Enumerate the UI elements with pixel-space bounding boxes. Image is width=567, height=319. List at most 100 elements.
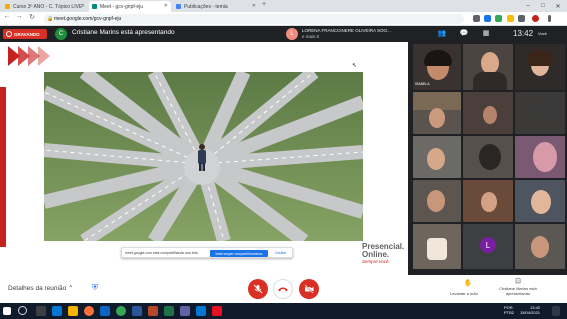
keyboard-language[interactable]: POR PTB2	[504, 305, 514, 315]
url-bar[interactable]: 🔒 meet.google.com/gcv-gnpf-eju	[44, 14, 464, 24]
teams-icon[interactable]	[180, 306, 190, 316]
excel-icon[interactable]	[164, 306, 174, 316]
search-icon[interactable]	[18, 306, 27, 315]
participant-tile[interactable]	[515, 44, 565, 90]
leave-call-button[interactable]	[273, 279, 293, 299]
speaker-more: e mais 8	[302, 34, 320, 39]
participants-icon[interactable]: 👥	[436, 29, 448, 39]
share-message: meet.google.com está compartilhando sua …	[125, 251, 199, 255]
active-speaker: L LORENA FRANCCINERE OLIVEIRA SOO... e m…	[286, 28, 414, 40]
recording-dot-icon	[6, 31, 12, 37]
participant-tile[interactable]	[515, 136, 565, 178]
file-explorer-icon[interactable]	[68, 306, 78, 316]
present-screen-icon[interactable]: ⊡	[512, 277, 524, 285]
close-tab-icon[interactable]: ✕	[252, 3, 256, 9]
meet-top-bar: GRAVANDO C Cristiane Marins está apresen…	[0, 26, 567, 42]
participant-tile[interactable]	[463, 44, 513, 90]
meeting-clock: 13:42	[513, 29, 534, 38]
extensions-puzzle-icon[interactable]	[518, 15, 525, 22]
profile-avatar[interactable]	[532, 15, 539, 22]
shield-icon[interactable]: ⛨	[90, 283, 100, 294]
camera-off-icon	[304, 284, 314, 294]
chrome-menu-icon[interactable]	[548, 15, 551, 22]
raise-hand-icon[interactable]: ✋	[462, 279, 474, 287]
participant-tile[interactable]	[515, 224, 565, 269]
participant-tile[interactable]: L	[463, 224, 513, 269]
mail-icon[interactable]	[196, 306, 206, 316]
reload-button[interactable]: ↻	[27, 13, 37, 21]
tab-course[interactable]: Curso 3º ANO - C. Tópico LIVE ✕	[2, 1, 88, 12]
layout-icon[interactable]: ▦	[480, 29, 492, 39]
lang-line-2: PTB2	[504, 310, 515, 315]
mouse-cursor-icon: ↖	[352, 63, 358, 69]
task-view-icon[interactable]	[36, 306, 46, 316]
close-tab-icon[interactable]: ✕	[81, 3, 85, 9]
forward-button[interactable]: →	[14, 13, 24, 20]
window-close-button[interactable]: ✕	[551, 0, 565, 12]
url-text: meet.google.com/gcv-gnpf-eju	[54, 16, 122, 22]
meeting-details-label: Detalhes da reunião	[8, 285, 67, 292]
camera-toggle-button[interactable]	[299, 279, 319, 299]
chat-icon[interactable]: 💬	[458, 29, 470, 39]
tab-title: Curso 3º ANO - C. Tópico LIVE	[13, 3, 83, 10]
speaker-name: LORENA FRANCCINERE OLIVEIRA SOO...	[302, 28, 391, 33]
presenting-status: Cristiane Marins está apresentando	[72, 29, 175, 36]
chevron-up-icon: ⌃	[68, 285, 74, 292]
store-icon[interactable]	[100, 306, 110, 316]
slide-accent-stripe	[0, 87, 6, 247]
address-toolbar: ← → ↻ 🔒 meet.google.com/gcv-gnpf-eju	[0, 12, 567, 26]
speaker-avatar: L	[286, 28, 298, 40]
system-clock[interactable]: 13:42 15/04/2021	[520, 305, 540, 315]
tab-publications[interactable]: Publicações - temia ✕	[173, 1, 259, 12]
mic-toggle-button[interactable]	[248, 279, 268, 299]
participant-name: ISABELA	[415, 82, 430, 86]
participant-tile[interactable]	[413, 224, 461, 269]
extension-icon[interactable]	[495, 15, 502, 22]
extension-icon[interactable]	[507, 15, 514, 22]
publications-favicon-icon	[176, 4, 181, 9]
powerpoint-icon[interactable]	[148, 306, 158, 316]
meet-favicon-icon	[92, 4, 97, 9]
maximize-button[interactable]: □	[536, 0, 550, 12]
notification-icon[interactable]	[552, 306, 560, 316]
slide-crossroads-image	[44, 72, 363, 241]
participant-tile[interactable]	[413, 136, 461, 178]
you-label: Você	[538, 31, 547, 36]
recording-label: GRAVANDO	[14, 31, 40, 37]
close-tab-icon[interactable]: ✕	[164, 3, 168, 9]
new-tab-button[interactable]: +	[262, 1, 266, 8]
participant-tile[interactable]	[515, 92, 565, 134]
brand-line-2: Online.	[362, 250, 390, 259]
participant-tile[interactable]	[463, 92, 513, 134]
presenter-avatar: C	[55, 28, 67, 40]
participant-tile[interactable]	[515, 180, 565, 222]
participant-tile[interactable]	[463, 136, 513, 178]
mic-off-icon	[253, 284, 263, 294]
slide-arrow-decoration-icon	[38, 46, 50, 66]
lock-icon: 🔒	[47, 16, 54, 22]
presenting-label[interactable]: Cristiane Marins está apresentando	[498, 286, 538, 296]
chrome-icon[interactable]	[116, 306, 126, 316]
participant-initial-avatar: L	[480, 237, 496, 253]
windows-start-icon[interactable]	[3, 307, 11, 315]
back-button[interactable]: ←	[2, 13, 12, 20]
extension-icon[interactable]	[473, 15, 480, 22]
participant-tile[interactable]	[463, 180, 513, 222]
recording-badge: GRAVANDO	[3, 29, 47, 39]
minimize-button[interactable]: –	[521, 0, 535, 12]
stop-sharing-button[interactable]: Interromper compartilhamento	[210, 250, 268, 257]
participant-tile[interactable]	[413, 180, 461, 222]
firefox-icon[interactable]	[84, 306, 94, 316]
meeting-details-button[interactable]: Detalhes da reunião ⌃	[8, 284, 73, 292]
word-icon[interactable]	[132, 306, 142, 316]
tab-meet[interactable]: Meet - gcv-gnpf-eju ✕	[89, 1, 171, 12]
clock-date: 15/04/2021	[520, 310, 541, 315]
app-icon[interactable]	[212, 306, 222, 316]
hangup-icon	[278, 287, 288, 292]
participant-tile[interactable]	[413, 92, 461, 134]
raise-hand-label[interactable]: Levantar a mão	[450, 291, 478, 296]
extension-icon[interactable]	[484, 15, 491, 22]
hide-button[interactable]: Ocultar	[275, 251, 286, 255]
crossroads-illustration	[44, 72, 363, 241]
edge-icon[interactable]	[52, 306, 62, 316]
